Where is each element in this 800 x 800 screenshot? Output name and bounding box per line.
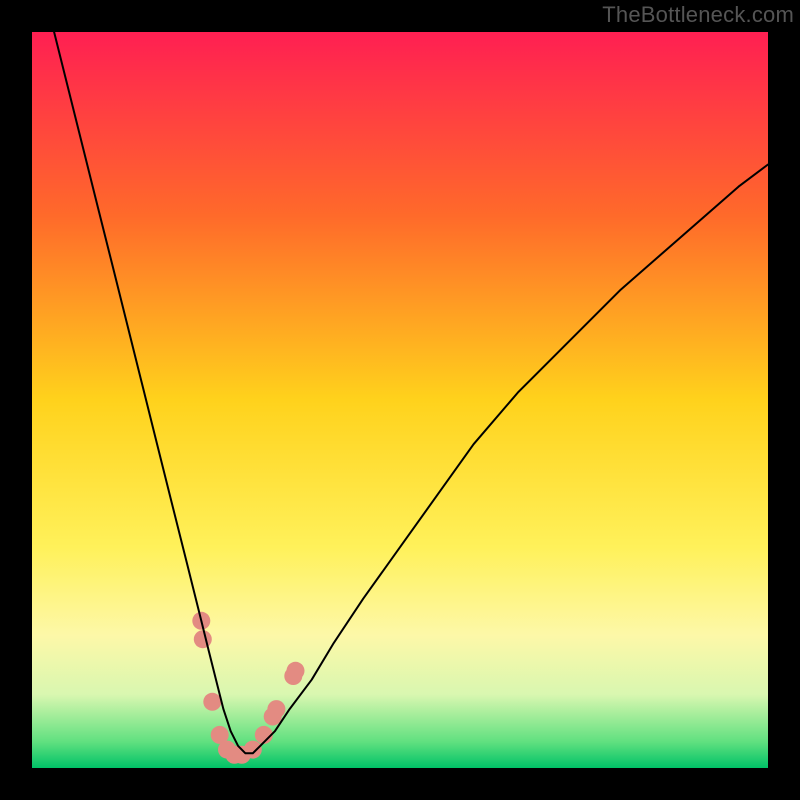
marker-dot — [203, 693, 221, 711]
marker-dot — [287, 662, 305, 680]
plot-background — [32, 32, 768, 768]
chart-frame: TheBottleneck.com — [0, 0, 800, 800]
marker-dot — [194, 630, 212, 648]
marker-dot — [244, 741, 262, 759]
bottleneck-chart — [0, 0, 800, 800]
marker-dot — [267, 700, 285, 718]
